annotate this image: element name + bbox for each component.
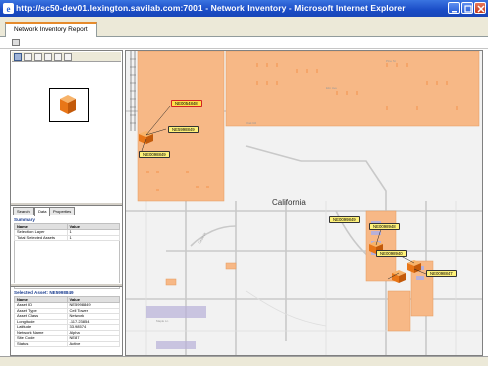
asset-callout[interactable]: NE0099849: [329, 216, 360, 223]
tab-properties[interactable]: Properties: [49, 207, 76, 215]
tab-search[interactable]: Search: [13, 207, 34, 215]
zoom-extent-icon[interactable]: [54, 53, 62, 61]
refresh-icon[interactable]: [64, 53, 72, 61]
select-icon[interactable]: [14, 53, 22, 61]
panel-splitter[interactable]: [11, 283, 122, 287]
maximize-icon[interactable]: [461, 2, 473, 14]
street-label: Maple Ln: [156, 319, 169, 323]
zoom-in-icon[interactable]: [34, 53, 42, 61]
asset-callout[interactable]: NE0098948: [369, 223, 400, 230]
street-label: Pine St: [386, 59, 396, 63]
pan-icon[interactable]: [24, 53, 32, 61]
close-icon[interactable]: [474, 2, 486, 14]
summary-empty-area: [14, 241, 120, 289]
map-view[interactable]: California Oak Rd Elm Ave Pine St Cedar …: [125, 50, 483, 356]
ie-icon: e: [3, 3, 14, 14]
asset-callout[interactable]: NE0098940: [376, 250, 407, 257]
place-name-california: California: [272, 198, 306, 207]
cell-tower-icon: [60, 95, 76, 114]
tab-network-inventory-report[interactable]: Network Inventory Report: [5, 22, 97, 37]
report-toolbar: [0, 37, 488, 49]
tab-data[interactable]: Data: [34, 207, 51, 216]
selected-asset-table: Name Value Asset ID NE5998849 Asset Type C…: [14, 296, 120, 347]
page-icon[interactable]: [12, 39, 20, 46]
window-titlebar: e http://sc50-dev01.lexington.savilab.co…: [0, 0, 488, 17]
overview-extent-box[interactable]: [49, 88, 89, 122]
window-title: http://sc50-dev01.lexington.savilab.com:…: [16, 3, 406, 13]
asset-callout[interactable]: NE0098849: [139, 151, 170, 158]
selected-asset-section: Selected Asset: NE5998849 Name Value Ass…: [14, 290, 120, 347]
overview-toolbar: [12, 52, 121, 62]
report-tabstrip: Network Inventory Report: [0, 17, 488, 37]
summary-section: Summary Name Value Selection Layer 1 Tot…: [14, 217, 120, 289]
svg-text:e: e: [7, 4, 11, 14]
status-bar: [0, 356, 488, 366]
asset-callout[interactable]: NE0098847: [426, 270, 457, 277]
minimize-icon[interactable]: [448, 2, 460, 14]
left-panel: Search Data Properties Summary Name Valu…: [10, 50, 123, 356]
summary-table: Name Value Selection Layer 1 Total Selec…: [14, 223, 120, 241]
street-label: Oak Rd: [246, 121, 257, 125]
table-row[interactable]: Status Active: [14, 340, 120, 347]
table-row[interactable]: Total Selected Assets 1: [14, 234, 120, 241]
cell-value: Active: [66, 340, 120, 347]
overview-map[interactable]: [12, 62, 121, 202]
asset-callout[interactable]: NE0054848: [171, 100, 202, 107]
cell-name: Total Selected Assets: [14, 234, 68, 241]
street-label: Elm Ave: [326, 86, 337, 90]
panel-splitter[interactable]: [11, 202, 122, 206]
asset-callout[interactable]: NE5998849: [168, 126, 199, 133]
cell-name: Status: [14, 340, 68, 347]
zoom-out-icon[interactable]: [44, 53, 52, 61]
cell-value: 1: [66, 234, 120, 241]
